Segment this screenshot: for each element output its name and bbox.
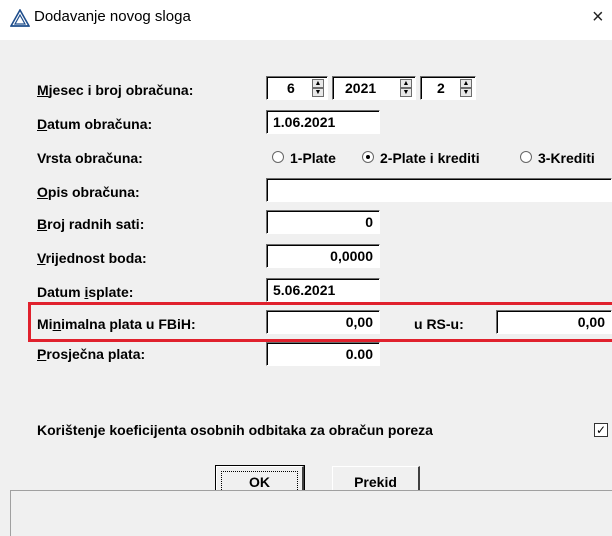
opis-label: Opis obračuna: [37,184,140,200]
radio-2-label: 2-Plate i krediti [380,150,480,166]
broj-spinner[interactable]: 2 ▲ ▼ [420,76,476,100]
datum-obracuna-label: Datum obračuna: [37,116,153,132]
radio-3-label: 3-Krediti [538,150,595,166]
vrsta-label: Vrsta obračuna: [37,150,143,166]
rs-field[interactable]: 0,00 [496,310,612,334]
prosjecna-label: Prosječna plata: [37,346,146,362]
window-title: Dodavanje novog sloga [34,8,191,25]
datum-obracuna-field[interactable]: 1.06.2021 [266,110,380,134]
min-plata-label: Minimalna plata u FBiH: [37,316,196,332]
mjesec-label: Mjesec i broj obračuna: [37,82,194,98]
godina-up-icon[interactable]: ▲ [400,79,412,88]
focus-rect [221,471,298,492]
bod-label: Vrijednost boda: [37,250,147,266]
radio-2-plate-i-krediti[interactable] [362,151,374,163]
status-bar [10,490,612,536]
mjesec-down-icon[interactable]: ▼ [312,88,324,97]
mjesec-value: 6 [287,80,295,96]
mjesec-spinner[interactable]: 6 ▲ ▼ [266,76,328,100]
bod-field[interactable]: 0,0000 [266,244,380,268]
cancel-label: Prekid [354,474,397,490]
radio-3-krediti[interactable] [520,151,532,163]
radio-1-plate[interactable] [272,151,284,163]
godina-spinner[interactable]: 2021 ▲ ▼ [332,76,416,100]
close-icon[interactable]: × [592,6,604,29]
radio-1-plate-label: 1-Plate [290,150,336,166]
koef-label: Korištenje koeficijenta osobnih odbitaka… [37,422,433,438]
broj-down-icon[interactable]: ▼ [460,88,472,97]
isplata-field[interactable]: 5.06.2021 [266,278,380,302]
sati-field[interactable]: 0 [266,210,380,234]
isplata-label: Datum isplate: [37,284,134,300]
min-plata-field[interactable]: 0,00 [266,310,380,334]
koef-checkbox[interactable]: ✓ [594,423,608,437]
godina-down-icon[interactable]: ▼ [400,88,412,97]
app-triangle-icon [10,9,30,27]
broj-value: 2 [437,80,445,96]
prosjecna-field: 0.00 [266,342,380,366]
mjesec-up-icon[interactable]: ▲ [312,79,324,88]
sati-label: Broj radnih sati: [37,216,145,232]
opis-field[interactable] [266,178,612,202]
broj-up-icon[interactable]: ▲ [460,79,472,88]
mjesec-label-text: jesec i broj obračuna: [48,82,194,98]
rs-label: u RS-u: [414,316,464,332]
godina-value: 2021 [345,80,377,96]
